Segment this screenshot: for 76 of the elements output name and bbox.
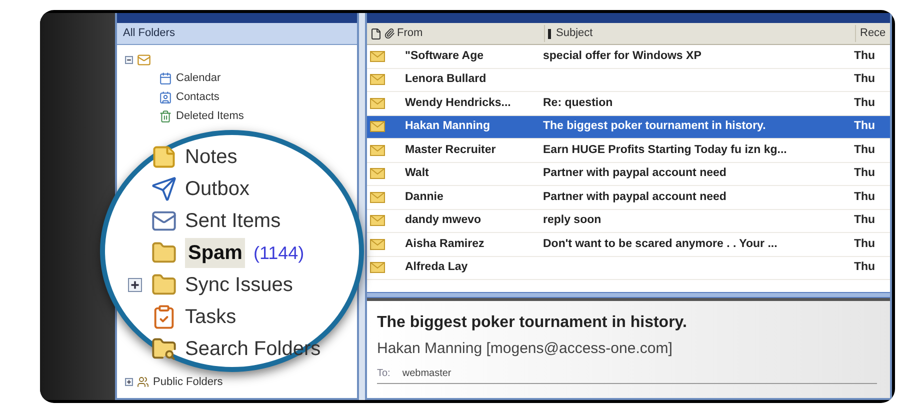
received-date: Thu (853, 96, 876, 111)
message-row[interactable]: Hakan Manning The biggest poker tournament in history. Thu (367, 116, 890, 139)
subject: The biggest poker tournament in history. (542, 119, 767, 134)
received-date: Thu (853, 213, 876, 228)
sender: "Software Age (404, 48, 485, 64)
folder-name[interactable]: Contacts (176, 89, 220, 106)
folder-search-icon (151, 336, 177, 362)
sender: Wendy Hendricks... (404, 96, 512, 111)
folder-name[interactable]: Tasks (185, 302, 236, 332)
received-date: Thu (853, 260, 876, 276)
folder-name[interactable]: Sent Items (185, 206, 281, 236)
trash-icon (159, 110, 172, 123)
folder-name[interactable]: Calendar (176, 70, 221, 87)
sender: dandy mwevo (404, 213, 482, 228)
envelope-icon (370, 144, 385, 156)
subject: Don't want to be scared anymore . . Your ... (542, 236, 778, 252)
contact-card-icon (159, 91, 172, 104)
sender: Alfreda Lay (404, 260, 469, 276)
subject: Earn HUGE Profits Starting Today fu izn kg... (542, 142, 788, 158)
folder-name[interactable]: Public Folders (153, 374, 223, 390)
message-row[interactable]: Walt Partner with paypal account need Thu (367, 162, 890, 186)
envelope-icon (370, 215, 385, 226)
received-date: Thu (853, 166, 876, 182)
folder-name[interactable]: Outbox (185, 174, 250, 204)
received-date: Thu (853, 190, 876, 205)
sender: Hakan Manning (404, 119, 491, 134)
message-row[interactable]: Alfreda Lay Thu (367, 256, 890, 280)
note-icon (151, 144, 177, 170)
envelope-icon (370, 98, 385, 109)
expand-icon[interactable] (125, 378, 133, 386)
envelope-icon (370, 262, 385, 274)
calendar-icon (159, 72, 172, 85)
received-date: Thu (853, 236, 876, 252)
column-heading[interactable]: From (395, 25, 545, 42)
subject: Partner with paypal account need (542, 166, 728, 182)
expand-icon[interactable] (128, 278, 142, 292)
envelope-icon (370, 74, 385, 86)
envelope-icon (370, 192, 385, 203)
received-date: Thu (853, 119, 876, 134)
to-label: To: (377, 366, 390, 380)
subject: Re: question (542, 96, 614, 111)
sender: Walt (404, 166, 430, 182)
people-icon (137, 376, 149, 388)
subject: reply soon (542, 213, 602, 228)
preview-subject: The biggest poker tournament in history. (377, 313, 688, 333)
collapse-icon[interactable] (125, 56, 133, 64)
received-date: Thu (853, 48, 876, 64)
preview-sender: Hakan Manning [mogens@access-one.com] (377, 339, 674, 359)
envelope-icon (370, 168, 385, 180)
folder-name[interactable]: Deleted Items (176, 108, 244, 125)
column-heading[interactable]: Subject (554, 25, 856, 42)
received-date: Thu (853, 72, 876, 88)
message-row[interactable]: Lenora Bullard Thu (367, 68, 890, 92)
folder-name[interactable]: Sync Issues (185, 270, 293, 300)
message-row[interactable]: dandy mwevo reply soon Thu (367, 210, 890, 233)
folder-pane-header: All Folders (117, 23, 357, 45)
recipient: webmaster (402, 366, 452, 380)
mailbox-icon (137, 53, 151, 67)
envelope-icon (370, 121, 385, 132)
sender: Aisha Ramirez (404, 236, 486, 252)
column-heading[interactable]: Rece (856, 25, 886, 42)
received-date: Thu (853, 142, 876, 158)
importance-icon (548, 28, 551, 38)
subject: special offer for Windows XP (542, 48, 702, 64)
send-icon (151, 176, 177, 202)
sender: Lenora Bullard (404, 72, 488, 88)
folder-name[interactable]: Spam (185, 238, 246, 268)
unread-count: (1144) (253, 242, 304, 265)
subject: Partner with paypal account need (542, 190, 728, 205)
envelope-icon (370, 238, 385, 250)
paperclip-icon (384, 28, 395, 39)
folder-name[interactable]: Notes (185, 142, 238, 172)
sender: Master Recruiter (404, 142, 497, 158)
sender: Dannie (404, 190, 444, 205)
envelope-icon (370, 50, 385, 62)
document-icon (370, 28, 382, 40)
